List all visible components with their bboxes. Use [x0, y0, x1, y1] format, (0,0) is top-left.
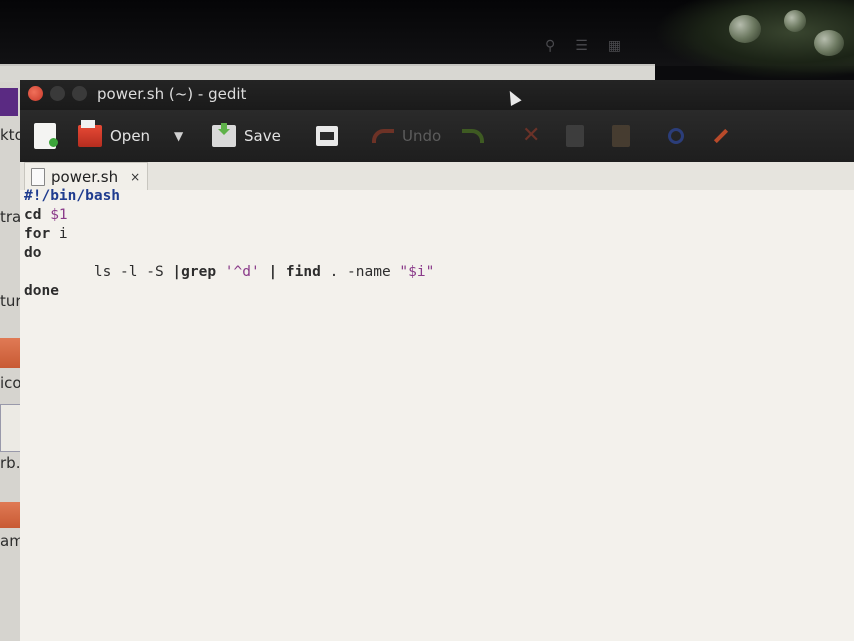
- code-token: ls -l -S: [24, 264, 173, 280]
- redo-icon: [462, 129, 484, 143]
- cut-button[interactable]: ✕: [522, 120, 540, 152]
- undo-label: Undo: [402, 127, 442, 145]
- minimize-window-icon[interactable]: [50, 86, 65, 101]
- cut-icon: ✕: [522, 123, 541, 148]
- text-editor[interactable]: #!/bin/bash cd $1 for i do ls -l -S |gre…: [20, 188, 854, 641]
- close-window-icon[interactable]: [28, 86, 43, 101]
- save-label: Save: [244, 127, 281, 145]
- save-icon: [212, 125, 236, 147]
- code-line: #!/bin/bash: [24, 188, 120, 204]
- code-token: do: [24, 245, 42, 261]
- maximize-window-icon[interactable]: [72, 86, 87, 101]
- code-line: for i: [24, 226, 68, 242]
- new-document-icon: [34, 123, 58, 149]
- code-token: |: [172, 264, 182, 280]
- code-token: '^d': [224, 264, 260, 280]
- print-button[interactable]: [316, 120, 338, 152]
- code-token: cd: [24, 207, 51, 223]
- close-tab-icon[interactable]: ×: [130, 170, 140, 184]
- code-token: for: [24, 226, 59, 242]
- document-tab-bar: power.sh ×: [20, 162, 854, 191]
- code-line: done: [24, 283, 59, 299]
- search-icon[interactable]: ⚲: [545, 38, 555, 54]
- redo-button[interactable]: [462, 120, 484, 152]
- launcher-icon[interactable]: [0, 88, 18, 116]
- find-icon: [668, 128, 684, 144]
- copy-icon: [566, 125, 584, 147]
- replace-button[interactable]: [710, 120, 730, 152]
- paste-icon: [612, 125, 630, 147]
- open-label: Open: [110, 127, 151, 145]
- print-icon: [316, 126, 338, 146]
- code-token: find: [285, 264, 321, 280]
- window-title: power.sh (~) - gedit: [97, 85, 247, 103]
- open-button[interactable]: Open: [78, 120, 150, 152]
- copy-button[interactable]: [566, 120, 584, 152]
- menu-icon[interactable]: ☰: [575, 38, 588, 54]
- replace-icon: [710, 126, 730, 146]
- gedit-window: power.sh (~) - gedit Open ▼ Save Undo ✕: [20, 80, 854, 641]
- code-line: ls -l -S |grep '^d' | find . -name "$i": [24, 264, 435, 280]
- paste-button[interactable]: [612, 120, 630, 152]
- tab-power-sh[interactable]: power.sh ×: [24, 162, 148, 190]
- code-token: grep: [181, 264, 225, 280]
- code-token: done: [24, 283, 59, 299]
- panel-indicators: ⚲ ☰ ▦: [545, 38, 621, 54]
- code-token: $1: [50, 207, 68, 223]
- desktop-top-panel: ⚲ ☰ ▦: [0, 0, 854, 80]
- undo-button[interactable]: Undo: [372, 120, 441, 152]
- save-button[interactable]: Save: [212, 120, 281, 152]
- undo-icon: [372, 129, 394, 143]
- new-document-button[interactable]: [34, 120, 58, 152]
- toolbar: Open ▼ Save Undo ✕: [20, 110, 854, 162]
- code-token: |: [268, 264, 278, 280]
- mouse-cursor-icon: [504, 88, 522, 106]
- code-line: cd $1: [24, 207, 68, 223]
- open-folder-icon: [78, 120, 102, 147]
- code-token: "$i": [399, 264, 435, 280]
- tab-label: power.sh: [51, 167, 119, 186]
- find-button[interactable]: [668, 120, 684, 152]
- text-document-icon: [31, 167, 45, 186]
- grid-icon[interactable]: ▦: [608, 38, 621, 54]
- chevron-down-icon: ▼: [174, 129, 184, 143]
- wallpaper: [654, 0, 854, 80]
- code-token: #!/bin/bash: [24, 188, 121, 204]
- open-recent-dropdown[interactable]: ▼: [174, 120, 183, 152]
- code-token: . -name: [320, 264, 400, 280]
- title-bar[interactable]: power.sh (~) - gedit: [20, 80, 854, 110]
- code-token: i: [58, 226, 68, 242]
- code-line: do: [24, 245, 41, 261]
